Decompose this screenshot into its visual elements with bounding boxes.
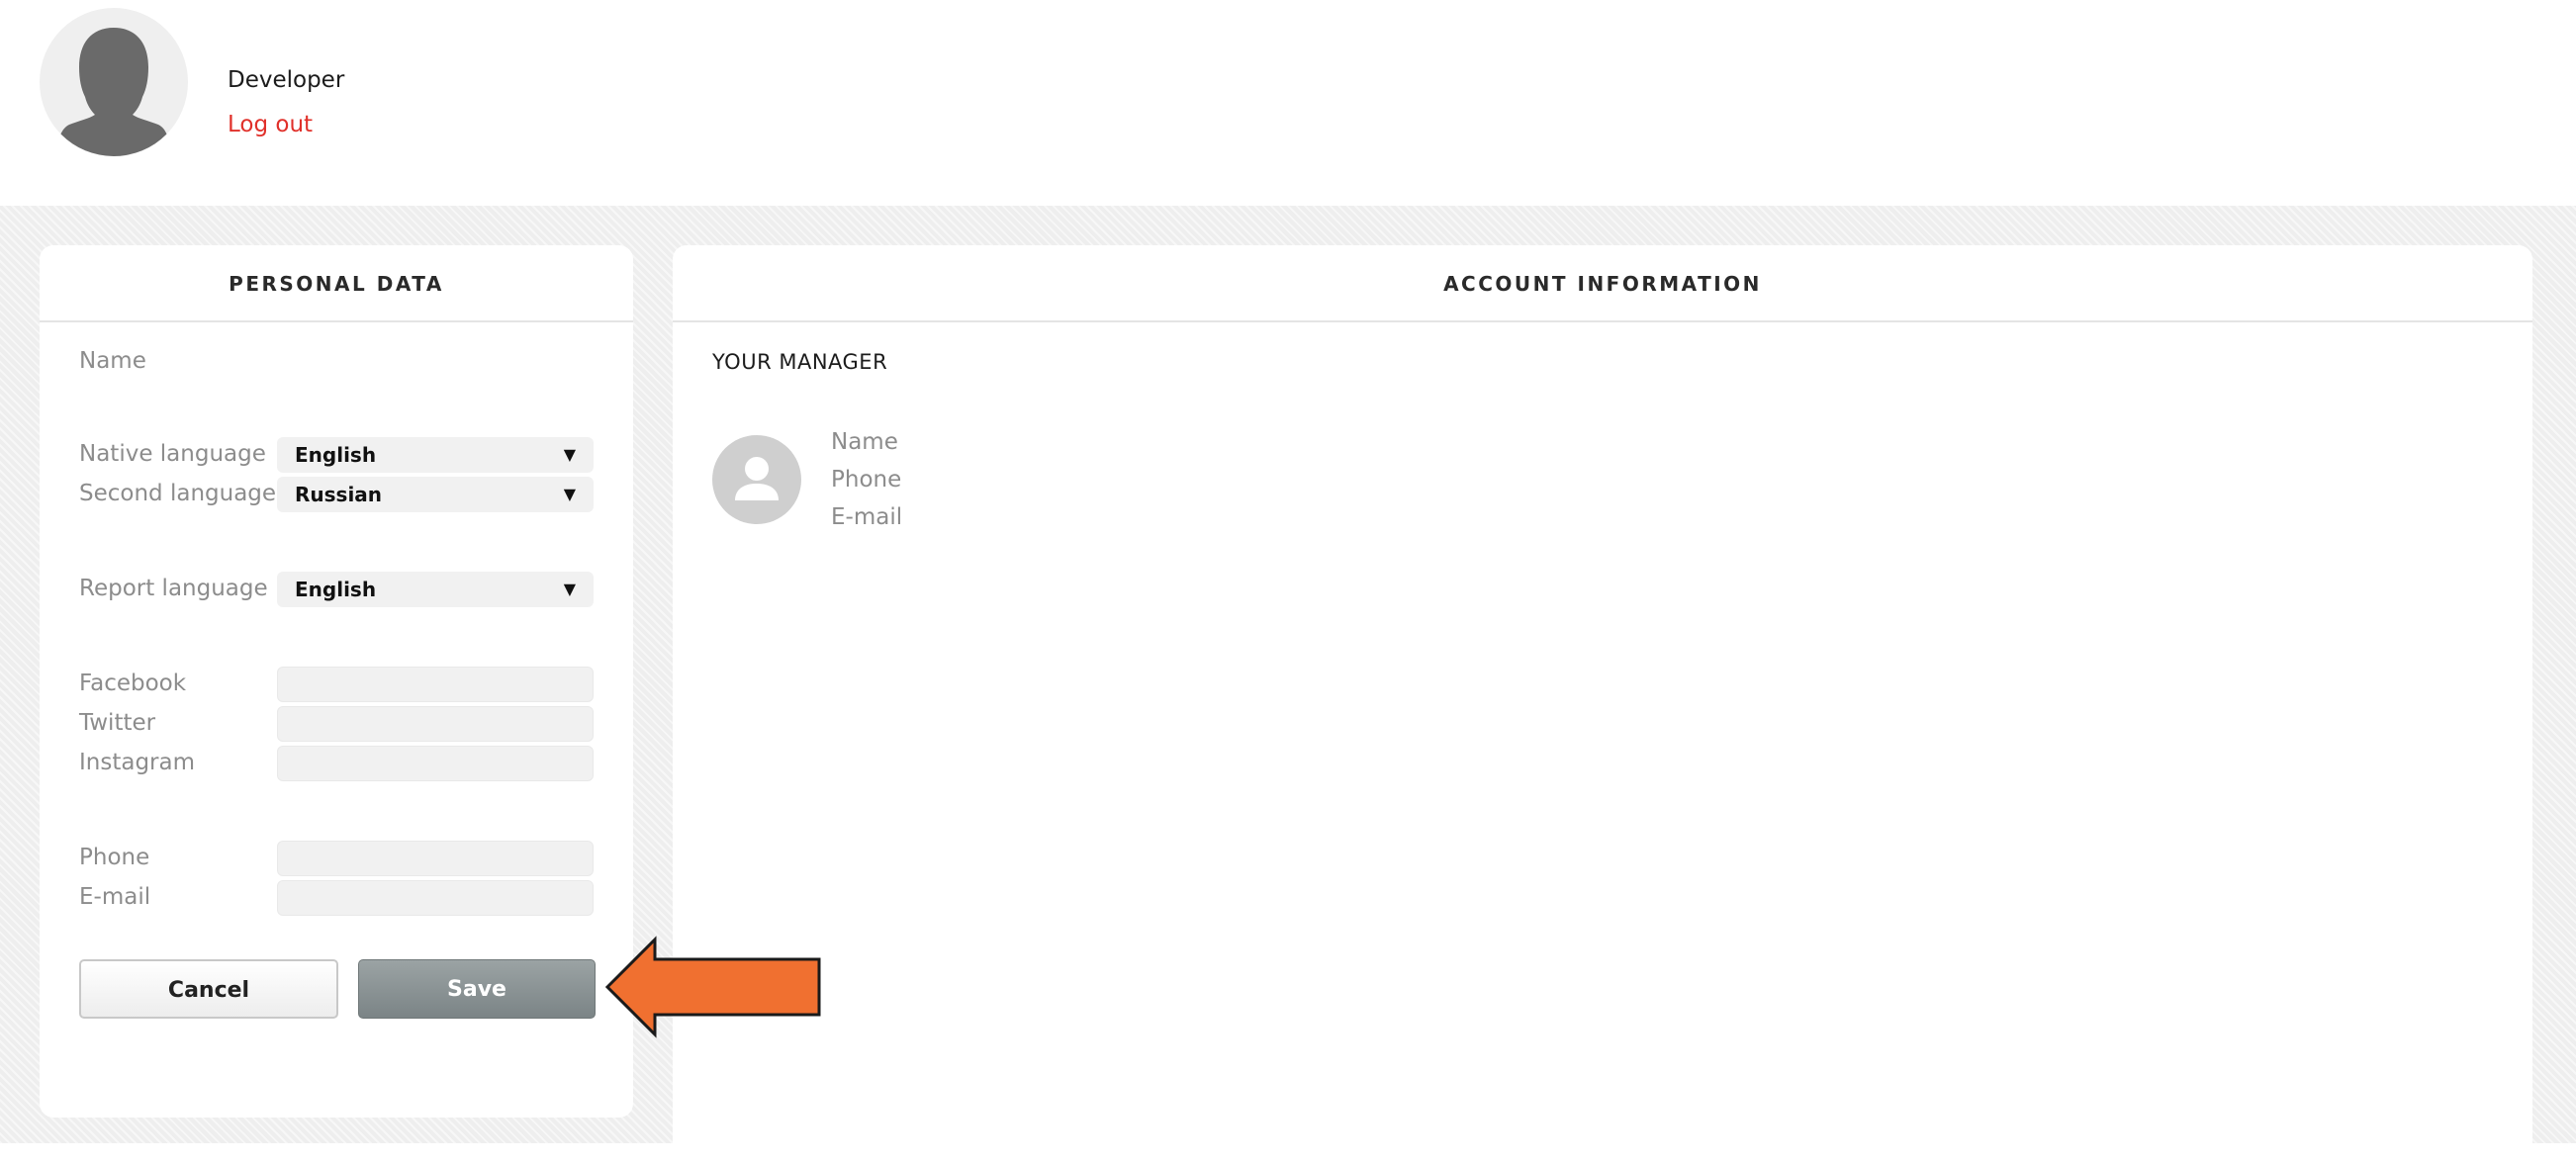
email-input[interactable]	[277, 880, 594, 916]
phone-input[interactable]	[277, 841, 594, 876]
personal-data-panel: PERSONAL DATA Name Native language Engli…	[40, 245, 633, 1118]
logout-link[interactable]: Log out	[228, 112, 313, 137]
profile-header: Developer Log out	[0, 0, 2576, 206]
report-language-label: Report language	[79, 576, 268, 601]
email-label: E-mail	[79, 884, 151, 910]
manager-heading: YOUR MANAGER	[712, 350, 888, 374]
report-language-select[interactable]: English ▼	[277, 572, 594, 607]
caret-down-icon: ▼	[563, 580, 576, 598]
native-language-select[interactable]: English ▼	[277, 437, 594, 473]
caret-down-icon: ▼	[563, 445, 576, 464]
personal-data-title: PERSONAL DATA	[40, 245, 633, 322]
arrow-left-icon	[604, 936, 821, 1038]
native-language-label: Native language	[79, 441, 266, 467]
manager-name-label: Name	[831, 429, 898, 455]
user-name: Developer	[228, 67, 345, 93]
cancel-button[interactable]: Cancel	[79, 959, 338, 1019]
name-label: Name	[79, 348, 146, 374]
native-language-value: English	[295, 443, 377, 467]
person-icon	[735, 457, 779, 500]
manager-phone-label: Phone	[831, 467, 902, 493]
account-information-title: ACCOUNT INFORMATION	[673, 245, 2532, 322]
facebook-input[interactable]	[277, 667, 594, 702]
account-information-panel: ACCOUNT INFORMATION YOUR MANAGER Name Ph…	[673, 245, 2532, 1165]
user-avatar	[40, 8, 188, 156]
report-language-value: English	[295, 578, 377, 601]
person-silhouette-icon	[57, 28, 170, 156]
second-language-value: Russian	[295, 483, 383, 506]
second-language-label: Second language	[79, 481, 277, 506]
instagram-input[interactable]	[277, 746, 594, 781]
facebook-label: Facebook	[79, 671, 187, 696]
save-button[interactable]: Save	[358, 959, 596, 1019]
phone-label: Phone	[79, 845, 150, 870]
manager-email-label: E-mail	[831, 504, 903, 530]
manager-avatar	[712, 435, 801, 524]
caret-down-icon: ▼	[563, 485, 576, 503]
second-language-select[interactable]: Russian ▼	[277, 477, 594, 512]
twitter-label: Twitter	[79, 710, 156, 736]
twitter-input[interactable]	[277, 706, 594, 742]
instagram-label: Instagram	[79, 750, 196, 775]
